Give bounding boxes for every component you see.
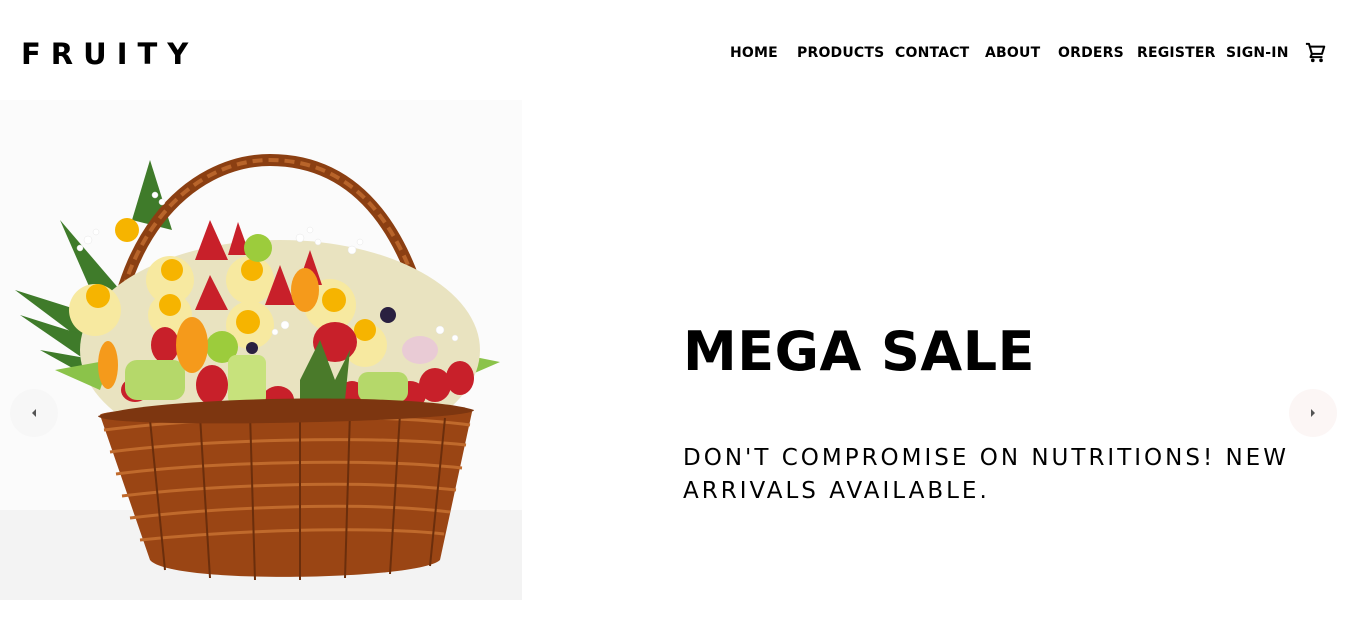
nav-products[interactable]: PRODUCTS (797, 43, 884, 63)
nav-contact[interactable]: CONTACT (895, 43, 969, 63)
site-header: FRUITY HOME PRODUCTS CONTACT ABOUT ORDER… (0, 0, 1348, 100)
chevron-left-icon (32, 409, 36, 417)
hero-subline: DON'T COMPROMISE ON NUTRITIONS! NEW ARRI… (683, 445, 1289, 504)
nav-orders[interactable]: ORDERS (1058, 43, 1124, 63)
nav-home[interactable]: HOME (730, 43, 778, 63)
carousel-prev-button[interactable] (10, 389, 58, 437)
fruit-basket-image (0, 100, 522, 600)
carousel-next-button[interactable] (1289, 389, 1337, 437)
shopping-cart-icon[interactable] (1305, 42, 1327, 64)
nav-sign-in[interactable]: SIGN-IN (1226, 43, 1289, 63)
brand-logo[interactable]: FRUITY (21, 36, 198, 72)
nav-register[interactable]: REGISTER (1137, 43, 1216, 63)
hero-headline: MEGA SALE (683, 320, 1036, 383)
nav-about[interactable]: ABOUT (985, 43, 1040, 63)
chevron-right-icon (1311, 409, 1315, 417)
